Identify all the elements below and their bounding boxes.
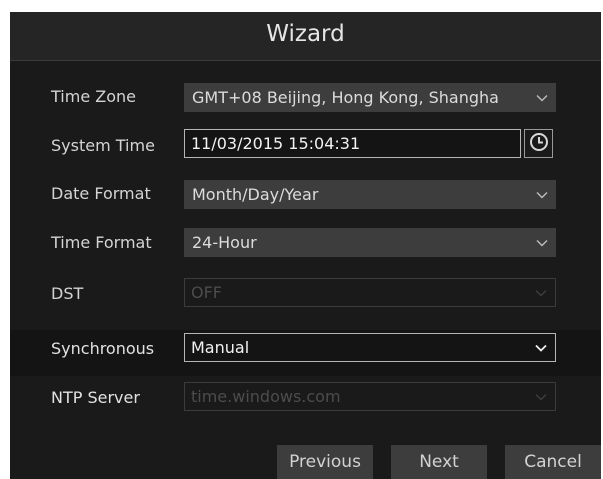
- system-time-label: System Time: [51, 136, 155, 155]
- time-format-value: 24-Hour: [192, 233, 257, 252]
- time-zone-label: Time Zone: [51, 87, 136, 106]
- time-format-label: Time Format: [51, 233, 152, 252]
- chevron-down-icon: [535, 180, 549, 209]
- previous-button[interactable]: Previous: [277, 445, 373, 479]
- synchronous-value: Manual: [191, 338, 250, 357]
- time-zone-value: GMT+08 Beijing, Hong Kong, Shangha: [192, 88, 499, 107]
- clock-button[interactable]: [524, 129, 553, 158]
- dst-select: OFF: [184, 278, 556, 307]
- synchronous-select[interactable]: Manual: [184, 333, 556, 362]
- date-format-select[interactable]: Month/Day/Year: [184, 180, 556, 209]
- chevron-down-icon: [535, 228, 549, 257]
- system-time-value: 11/03/2015 15:04:31: [191, 134, 361, 153]
- ntp-server-label: NTP Server: [51, 388, 140, 407]
- cancel-button[interactable]: Cancel: [505, 445, 601, 479]
- chevron-down-icon: [534, 334, 548, 361]
- chevron-down-icon: [534, 279, 548, 306]
- synchronous-label: Synchronous: [51, 339, 155, 358]
- chevron-down-icon: [534, 383, 548, 410]
- dst-label: DST: [51, 284, 84, 303]
- chevron-down-icon: [535, 83, 549, 112]
- next-button[interactable]: Next: [391, 445, 487, 479]
- time-zone-select[interactable]: GMT+08 Beijing, Hong Kong, Shangha: [184, 83, 556, 112]
- title-bar: Wizard: [10, 12, 601, 61]
- date-format-value: Month/Day/Year: [192, 185, 319, 204]
- time-format-select[interactable]: 24-Hour: [184, 228, 556, 257]
- ntp-server-select: time.windows.com: [184, 382, 556, 411]
- system-time-input[interactable]: 11/03/2015 15:04:31: [184, 129, 521, 158]
- dst-value: OFF: [191, 283, 222, 302]
- ntp-server-value: time.windows.com: [191, 387, 341, 406]
- dialog-title: Wizard: [266, 21, 345, 47]
- date-format-label: Date Format: [51, 184, 151, 203]
- wizard-dialog: Wizard Time Zone GMT+08 Beijing, Hong Ko…: [10, 12, 601, 479]
- clock-icon: [529, 132, 549, 156]
